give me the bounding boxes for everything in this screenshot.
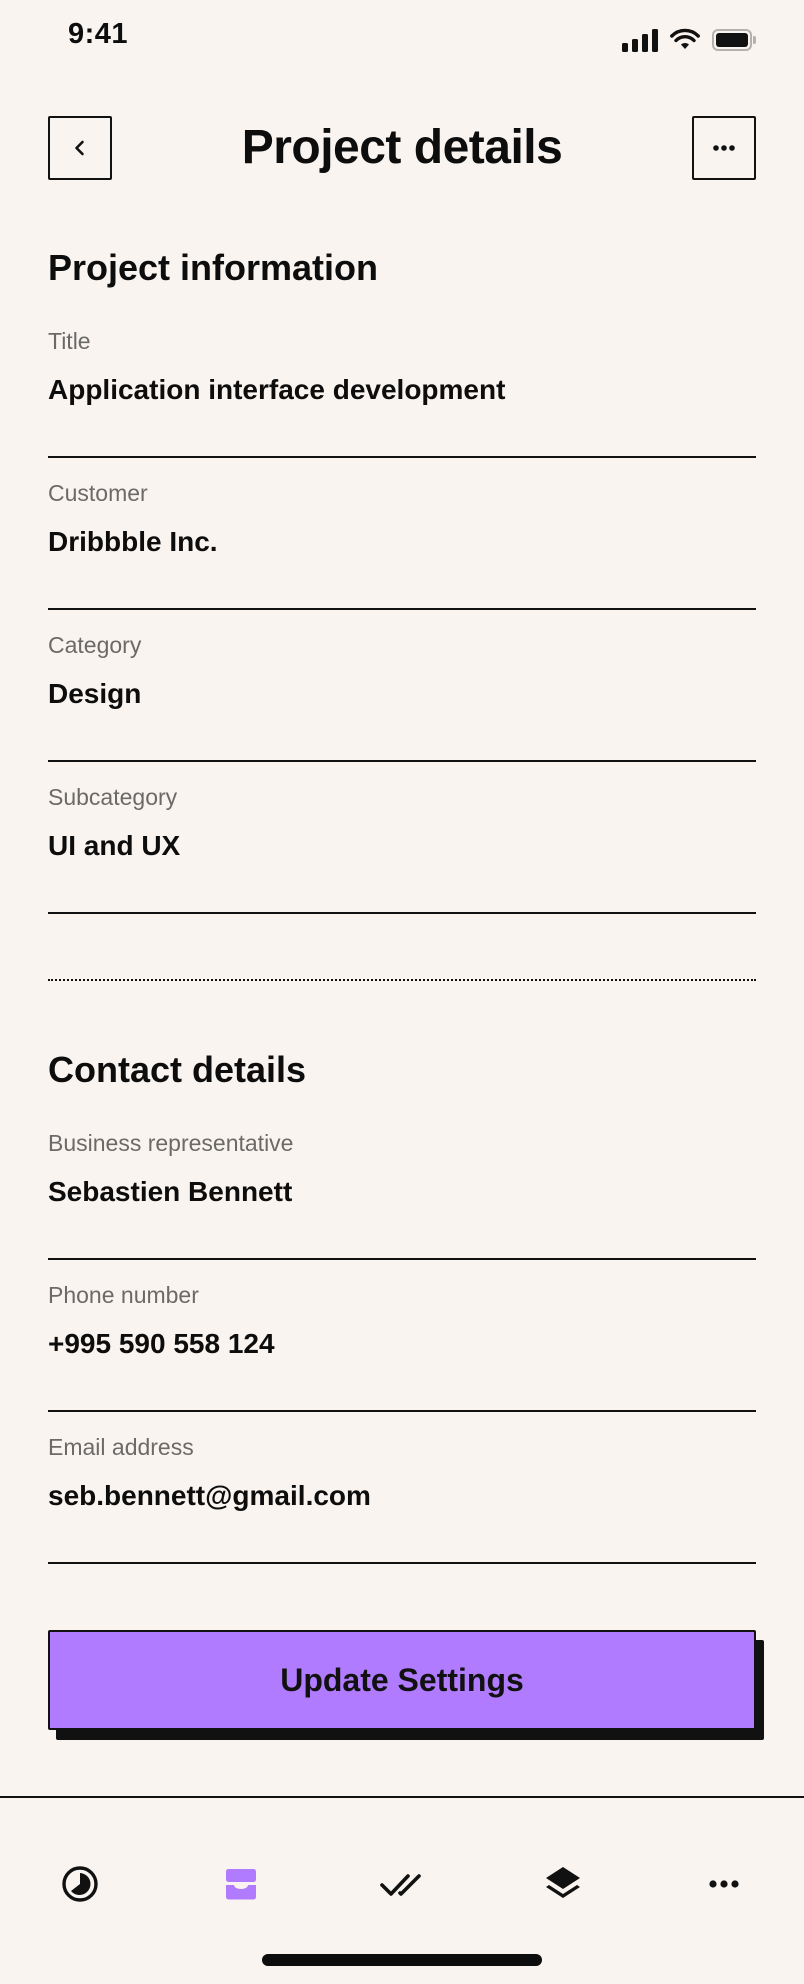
field-label: Subcategory: [48, 784, 178, 810]
status-icons: [622, 28, 756, 52]
phone-number-field[interactable]: Phone number +995 590 558 124: [48, 1260, 756, 1412]
more-icon: [713, 145, 735, 151]
field-label: Customer: [48, 480, 148, 506]
business-representative-field[interactable]: Business representative Sebastien Bennet…: [48, 1108, 756, 1260]
double-check-icon: [380, 1874, 421, 1896]
field-label: Email address: [48, 1434, 194, 1460]
tab-tasks[interactable]: [372, 1854, 432, 1914]
wifi-icon: [670, 28, 700, 49]
project-information-section: Project information Title Application in…: [48, 246, 756, 914]
page-title: Project details: [241, 121, 563, 174]
field-value: +995 590 558 124: [48, 1328, 275, 1359]
cellular-signal-icon: [622, 28, 658, 52]
contact-details-section: Contact details Business representative …: [48, 1048, 756, 1564]
inbox-icon: [226, 1869, 256, 1900]
field-value: UI and UX: [48, 830, 181, 861]
field-label: Business representative: [48, 1130, 294, 1156]
field-value: Dribbble Inc.: [48, 526, 218, 557]
field-value: Application interface development: [48, 374, 506, 405]
tab-timer[interactable]: [50, 1854, 110, 1914]
update-settings-button[interactable]: Update Settings: [48, 1630, 756, 1730]
field-label: Category: [48, 632, 142, 658]
subcategory-field[interactable]: Subcategory UI and UX: [48, 762, 756, 914]
header: Project details: [0, 116, 804, 180]
tab-more[interactable]: [694, 1854, 754, 1914]
status-time: 9:41: [68, 18, 129, 50]
field-value: seb.bennett@gmail.com: [48, 1480, 371, 1511]
layers-icon: [546, 1867, 580, 1898]
more-icon: [709, 1880, 739, 1888]
tab-layers[interactable]: [533, 1854, 593, 1914]
email-address-field[interactable]: Email address seb.bennett@gmail.com: [48, 1412, 756, 1564]
section-title: Project information: [48, 247, 379, 288]
category-field[interactable]: Category Design: [48, 610, 756, 762]
title-field[interactable]: Title Application interface development: [48, 306, 756, 458]
section-divider: [48, 979, 756, 981]
status-bar: 9:41: [0, 0, 804, 80]
field-label: Phone number: [48, 1282, 199, 1308]
battery-icon: [712, 29, 756, 51]
section-title: Contact details: [48, 1049, 307, 1090]
more-options-button[interactable]: [692, 116, 756, 180]
field-value: Design: [48, 678, 142, 709]
timer-icon: [62, 1866, 98, 1902]
field-label: Title: [48, 328, 91, 354]
customer-field[interactable]: Customer Dribbble Inc.: [48, 458, 756, 610]
home-indicator: [262, 1954, 542, 1966]
tab-inbox[interactable]: [211, 1854, 271, 1914]
field-value: Sebastien Bennett: [48, 1176, 293, 1207]
update-settings-button-wrapper: Update Settings: [48, 1630, 764, 1740]
